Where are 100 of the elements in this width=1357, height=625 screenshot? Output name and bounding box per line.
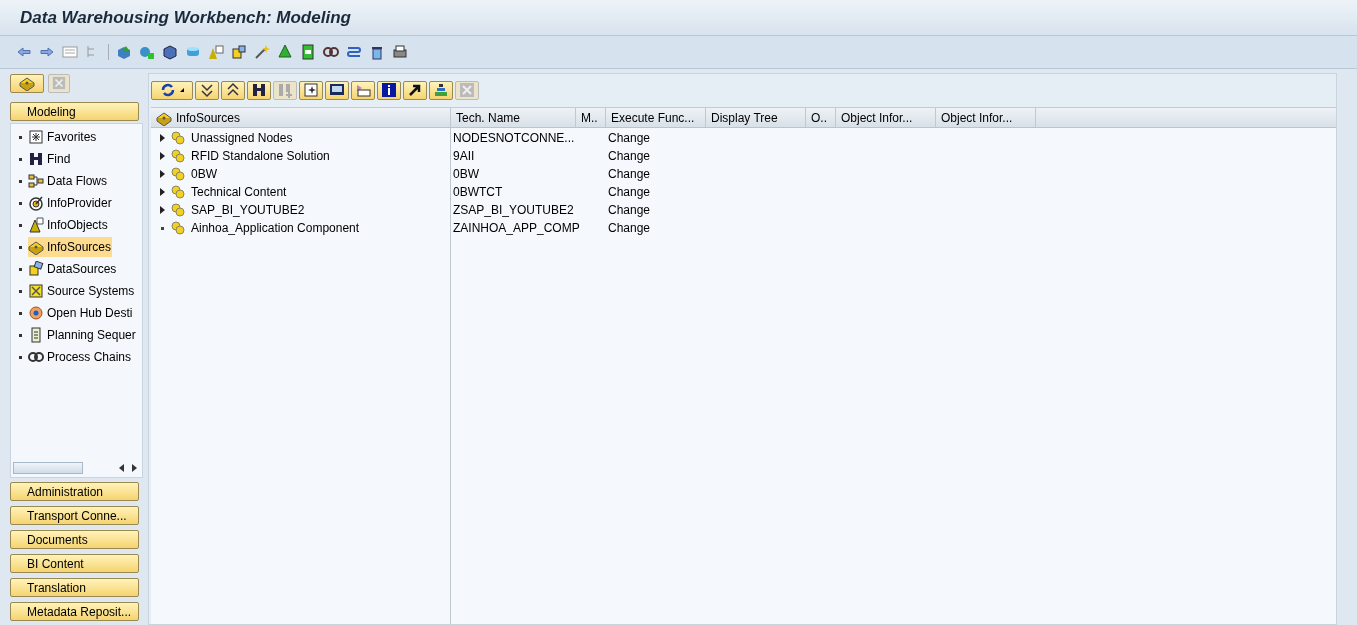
column-header[interactable]: Tech. Name xyxy=(451,108,576,127)
bullet-icon xyxy=(19,311,22,315)
table-cell-text: ZSAP_BI_YOUTUBE2 xyxy=(452,202,575,219)
scrollbar-thumb[interactable] xyxy=(13,462,83,474)
column-header[interactable]: InfoSources xyxy=(151,108,451,127)
table-cell-text: Change xyxy=(607,202,652,219)
table-cell-text: 9AII xyxy=(452,148,476,165)
collapse-all-icon xyxy=(225,82,241,98)
info-button[interactable] xyxy=(377,80,401,100)
refresh-button[interactable] xyxy=(151,80,193,100)
navigator-item[interactable]: Source Systems xyxy=(28,281,136,301)
navigator-item[interactable]: Find xyxy=(28,149,72,169)
column-header[interactable]: O.. xyxy=(806,108,836,127)
navigator-item[interactable]: Data Flows xyxy=(28,171,109,191)
stack-button[interactable] xyxy=(429,80,453,100)
tree-node-label[interactable]: Technical Content xyxy=(191,183,287,201)
target-icon xyxy=(28,195,44,211)
stack-icon xyxy=(433,82,449,98)
navigator-section-button[interactable]: BI Content xyxy=(10,554,139,573)
navigator-section-button[interactable]: Translation xyxy=(10,578,139,597)
column-header-text: Object Infor... xyxy=(941,109,1013,127)
table-cell-text: Change xyxy=(607,220,652,237)
scroll-left-icon[interactable] xyxy=(118,463,126,473)
expand-arrow-icon[interactable] xyxy=(160,206,165,214)
new-object-button[interactable] xyxy=(299,80,323,100)
diagonal-arrow-icon xyxy=(407,82,423,98)
magic-wand-icon[interactable] xyxy=(254,44,270,60)
tree-node-label[interactable]: Ainhoa_Application Component xyxy=(191,219,360,237)
table-cell-text: Change xyxy=(607,130,652,147)
trash-can-icon[interactable] xyxy=(369,44,385,60)
monitor-button[interactable] xyxy=(325,80,349,100)
expand-arrow-icon[interactable] xyxy=(160,170,165,178)
column-header-text: Tech. Name xyxy=(456,109,521,127)
navigator-item[interactable]: DataSources xyxy=(28,259,118,279)
bullet-icon xyxy=(19,267,22,271)
navigator-item[interactable]: Open Hub Desti xyxy=(28,303,134,323)
tree-icon[interactable] xyxy=(277,44,293,60)
expand-arrow-icon[interactable] xyxy=(160,188,165,196)
navigator-item[interactable]: Process Chains xyxy=(28,347,133,367)
bullet-icon xyxy=(19,289,22,293)
navigator-section-button[interactable]: Transport Conne... xyxy=(10,506,139,525)
bullet-icon xyxy=(19,245,22,249)
chain-icon[interactable] xyxy=(323,44,339,60)
bullet-icon xyxy=(19,201,22,205)
scroll-right-icon[interactable] xyxy=(130,463,138,473)
printer-icon[interactable] xyxy=(392,44,408,60)
tree-node-label[interactable]: SAP_BI_YOUTUBE2 xyxy=(191,201,305,219)
column-header[interactable]: Execute Func... xyxy=(606,108,706,127)
node-icon xyxy=(170,130,186,146)
navigator-item[interactable]: InfoObjects xyxy=(28,215,109,235)
node-icon xyxy=(170,166,186,182)
pyramid-icon xyxy=(28,217,44,233)
bullet-icon xyxy=(19,333,22,337)
column-header[interactable]: M.. xyxy=(576,108,606,127)
forward-arrow-icon[interactable] xyxy=(39,44,55,60)
navigator-item[interactable]: Favorites xyxy=(28,127,98,147)
flow-icon xyxy=(28,173,44,189)
navigator-item[interactable]: Planning Sequer xyxy=(28,325,137,345)
star-box-icon xyxy=(28,129,44,145)
column-header-text: Execute Func... xyxy=(611,109,695,127)
tree-node-label[interactable]: RFID Standalone Solution xyxy=(191,147,330,165)
navigator-section-button[interactable]: Metadata Reposit... xyxy=(10,602,139,621)
node-icon xyxy=(170,148,186,164)
tree-node-label[interactable]: 0BW xyxy=(191,165,217,183)
collapse-all-button[interactable] xyxy=(221,80,245,100)
diagonal-arrow-button[interactable] xyxy=(403,80,427,100)
tools-button[interactable] xyxy=(10,73,44,93)
refresh-icon xyxy=(160,82,176,98)
navigator-item[interactable]: InfoProvider xyxy=(28,193,113,213)
column-header[interactable]: Object Infor... xyxy=(836,108,936,127)
navigator-section-button[interactable]: Administration xyxy=(10,482,139,501)
column-header[interactable]: Object Infor... xyxy=(936,108,1036,127)
expand-all-button[interactable] xyxy=(195,80,219,100)
table-cell-text: NODESNOTCONNE... xyxy=(452,130,576,147)
column-header-text: O.. xyxy=(811,109,827,127)
column-header[interactable]: Display Tree xyxy=(706,108,806,127)
column-header-text: M.. xyxy=(581,109,598,127)
expand-arrow-icon[interactable] xyxy=(160,134,165,142)
new-object-icon xyxy=(303,82,319,98)
chain-icon xyxy=(28,349,44,365)
table-cell-text: ZAINHOA_APP_COMP xyxy=(452,220,581,237)
info-icon xyxy=(381,82,397,98)
node-icon xyxy=(170,220,186,236)
bullet-icon xyxy=(19,223,22,227)
monitor-icon xyxy=(329,82,345,98)
expand-arrow-icon[interactable] xyxy=(160,152,165,160)
navigator-section-button[interactable]: Modeling xyxy=(10,102,139,121)
column-header-text: InfoSources xyxy=(176,109,241,127)
bullet-icon xyxy=(19,179,22,183)
tree-node-label[interactable]: Unassigned Nodes xyxy=(191,129,293,147)
navigator-item[interactable]: InfoSources xyxy=(28,237,113,257)
back-arrow-icon[interactable] xyxy=(16,44,32,60)
table-cell-text: Change xyxy=(607,184,652,201)
navigator-section-button[interactable]: Documents xyxy=(10,530,139,549)
table-cell-text: Change xyxy=(607,166,652,183)
caret-icon xyxy=(180,88,184,92)
expand-all-icon xyxy=(199,82,215,98)
cube-icon[interactable] xyxy=(162,44,178,60)
table-cell-text: 0BWTCT xyxy=(452,184,504,201)
bullet-icon xyxy=(19,135,22,139)
